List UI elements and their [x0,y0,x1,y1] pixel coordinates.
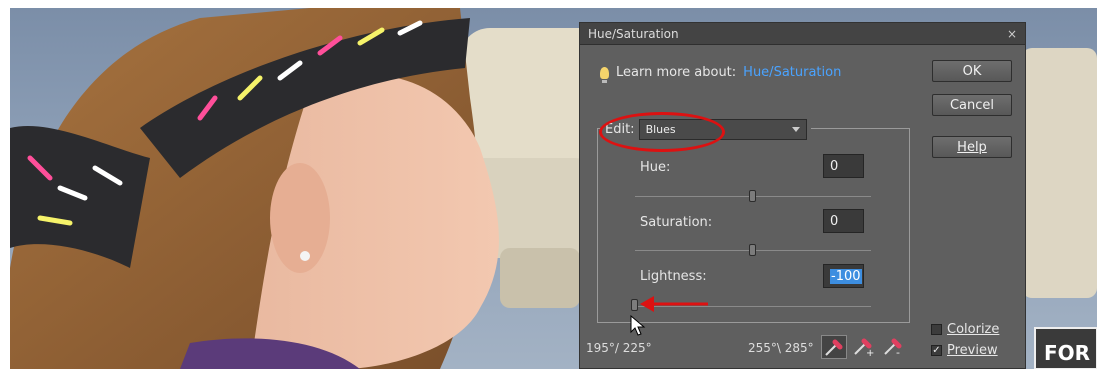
chevron-down-icon [791,127,800,132]
colorize-checkbox[interactable]: Colorize [931,322,999,337]
saturation-label: Saturation: [640,215,713,230]
colorize-box[interactable] [931,324,942,335]
dialog-titlebar[interactable]: Hue/Saturation × [580,23,1025,45]
lightness-value: -100 [830,268,862,284]
preview-box[interactable]: ✓ [931,345,942,356]
help-button[interactable]: Help [932,136,1012,158]
help-button-label: Help [957,139,987,155]
saturation-slider-thumb[interactable] [749,244,756,256]
dialog-title: Hue/Saturation [588,26,679,41]
ok-button[interactable]: OK [932,60,1012,82]
colorize-label: Colorize [947,322,1000,337]
eyedropper-icon[interactable] [821,335,847,359]
svg-text:+: + [866,348,874,357]
eyedropper-minus-icon[interactable]: - [881,335,907,359]
annotation-oval [599,112,725,152]
hue-value: 0 [830,158,839,174]
learn-more-link[interactable]: Hue/Saturation [743,65,841,80]
svg-text:-: - [896,346,900,357]
sign-text: FOR [1044,341,1090,365]
learn-more-row: Learn more about: Hue/Saturation [600,65,841,83]
lightness-label: Lightness: [640,269,707,284]
saturation-value: 0 [830,213,839,229]
learn-more-label: Learn more about: [616,65,737,80]
hue-slider-thumb[interactable] [749,190,756,202]
hue-input[interactable]: 0 [823,154,864,178]
bulb-icon [600,66,609,83]
lightness-input[interactable]: -100 [823,264,864,288]
range-right-label: 255°\ 285° [748,341,814,355]
hue-label: Hue: [640,160,671,175]
eyedropper-plus-icon[interactable]: + [851,335,877,359]
cancel-button[interactable]: Cancel [932,94,1012,116]
cursor-icon [630,315,646,336]
saturation-input[interactable]: 0 [823,209,864,233]
close-icon[interactable]: × [1007,27,1017,41]
preview-label: Preview [947,343,998,358]
preview-checkbox[interactable]: ✓ Preview [931,343,998,358]
